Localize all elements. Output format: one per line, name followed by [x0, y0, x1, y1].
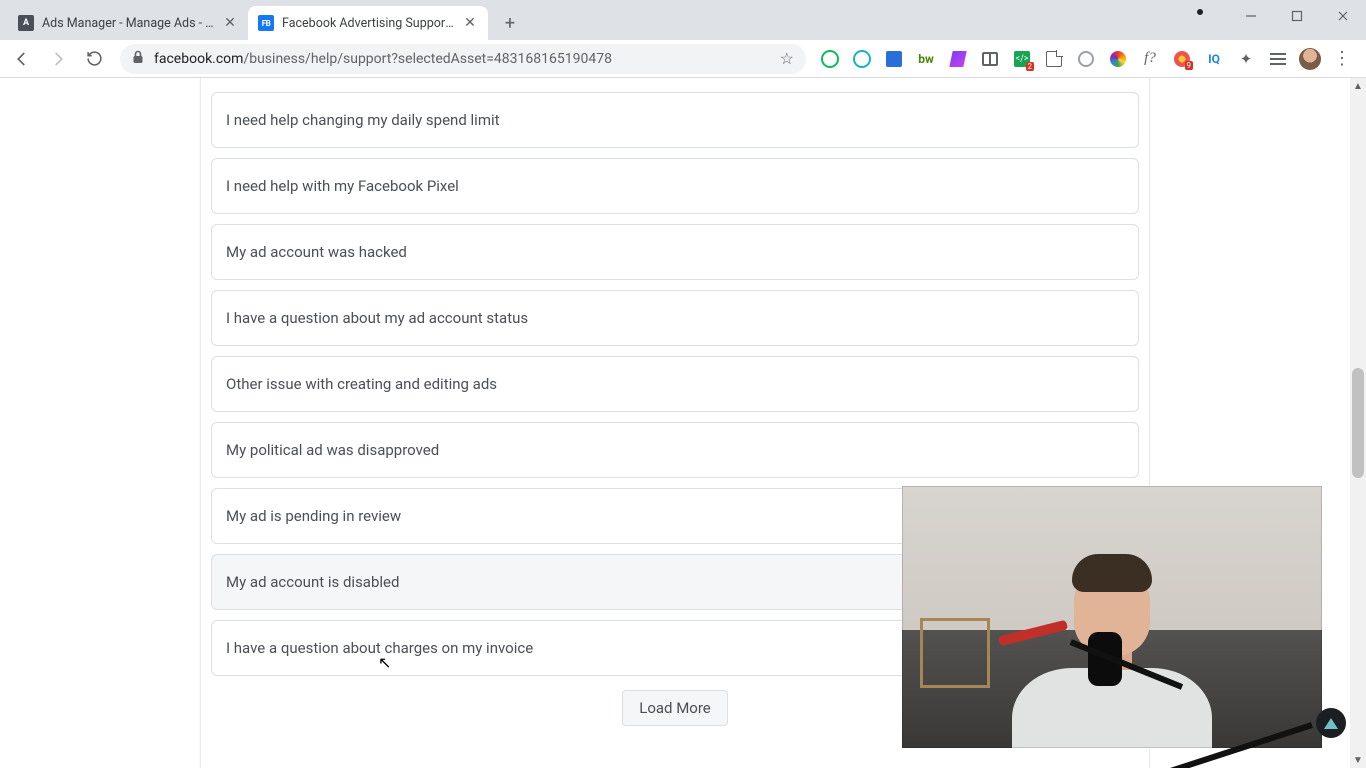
support-issue-option[interactable]: My ad account was hacked — [211, 224, 1139, 280]
scroll-up-arrow-icon[interactable]: ▲ — [1350, 78, 1366, 94]
window-controls — [1228, 0, 1366, 32]
tab-facebook-support[interactable]: FB Facebook Advertising Support | F ✕ — [248, 6, 488, 40]
extensions-row: bw </> f? IQ ✦ ⋮ — [816, 45, 1360, 73]
extension-rainbow-icon[interactable] — [1104, 45, 1132, 73]
url-text: facebook.com/business/help/support?selec… — [154, 51, 770, 67]
extension-burst-icon[interactable] — [1168, 45, 1196, 73]
support-issue-option[interactable]: I need help changing my daily spend limi… — [211, 92, 1139, 148]
profile-avatar-icon[interactable] — [1296, 45, 1324, 73]
load-more-button[interactable]: Load More — [622, 690, 728, 726]
tab-title: Facebook Advertising Support | F — [282, 16, 454, 31]
extension-purple-icon[interactable] — [944, 45, 972, 73]
page-scrollbar[interactable]: ▲ ▼ — [1350, 78, 1366, 768]
scroll-thumb[interactable] — [1352, 368, 1364, 478]
chrome-profile-indicator-icon[interactable] — [1194, 6, 1206, 18]
window-close-button[interactable] — [1320, 0, 1366, 32]
extension-grammarly-icon[interactable] — [816, 45, 844, 73]
extension-function-icon[interactable]: f? — [1136, 45, 1164, 73]
support-issue-option[interactable]: I need help with my Facebook Pixel — [211, 158, 1139, 214]
background-telescope — [998, 620, 1068, 647]
tab-close-button[interactable]: ✕ — [462, 15, 478, 31]
address-bar: facebook.com/business/help/support?selec… — [0, 40, 1366, 78]
extensions-puzzle-icon[interactable]: ✦ — [1232, 45, 1260, 73]
extension-bw-icon[interactable]: bw — [912, 45, 940, 73]
bookmark-star-icon[interactable]: ☆ — [780, 49, 794, 68]
extension-iq-icon[interactable]: IQ — [1200, 45, 1228, 73]
extension-note-icon[interactable] — [1040, 45, 1068, 73]
window-maximize-button[interactable] — [1274, 0, 1320, 32]
reading-list-icon[interactable] — [1264, 45, 1292, 73]
extension-blue-square-icon[interactable] — [880, 45, 908, 73]
support-issue-option[interactable]: My political ad was disapproved — [211, 422, 1139, 478]
presenter-figure — [1002, 568, 1222, 748]
reload-button[interactable] — [78, 43, 110, 75]
window-minimize-button[interactable] — [1228, 0, 1274, 32]
tab-favicon-icon: FB — [258, 15, 274, 31]
extension-circle-teal-icon[interactable] — [848, 45, 876, 73]
support-issue-option[interactable]: I have a question about my ad account st… — [211, 290, 1139, 346]
microphone-icon — [1088, 632, 1122, 686]
page-viewport: I need help changing my daily spend limi… — [0, 78, 1366, 768]
lock-icon — [132, 50, 144, 67]
back-button[interactable] — [6, 43, 38, 75]
forward-button[interactable] — [42, 43, 74, 75]
background-shelf — [920, 618, 990, 688]
omnibox[interactable]: facebook.com/business/help/support?selec… — [120, 44, 806, 74]
new-tab-button[interactable]: + — [496, 9, 524, 37]
tab-close-button[interactable]: ✕ — [222, 15, 238, 31]
extension-panel-icon[interactable] — [976, 45, 1004, 73]
extension-grey-circle-icon[interactable] — [1072, 45, 1100, 73]
scroll-down-arrow-icon[interactable]: ▼ — [1350, 752, 1366, 768]
microphone-arm — [1112, 608, 1312, 748]
tab-title: Ads Manager - Manage Ads - Ca — [42, 16, 214, 31]
tab-strip: A Ads Manager - Manage Ads - Ca ✕ FB Fac… — [0, 0, 1366, 40]
tab-favicon-icon: A — [18, 15, 34, 31]
webcam-overlay — [902, 486, 1322, 748]
tab-ads-manager[interactable]: A Ads Manager - Manage Ads - Ca ✕ — [8, 6, 248, 40]
extension-code-icon[interactable]: </> — [1008, 45, 1036, 73]
chrome-menu-button[interactable]: ⋮ — [1328, 45, 1356, 73]
floating-triangle-badge-icon[interactable] — [1316, 708, 1346, 738]
support-issue-option[interactable]: Other issue with creating and editing ad… — [211, 356, 1139, 412]
